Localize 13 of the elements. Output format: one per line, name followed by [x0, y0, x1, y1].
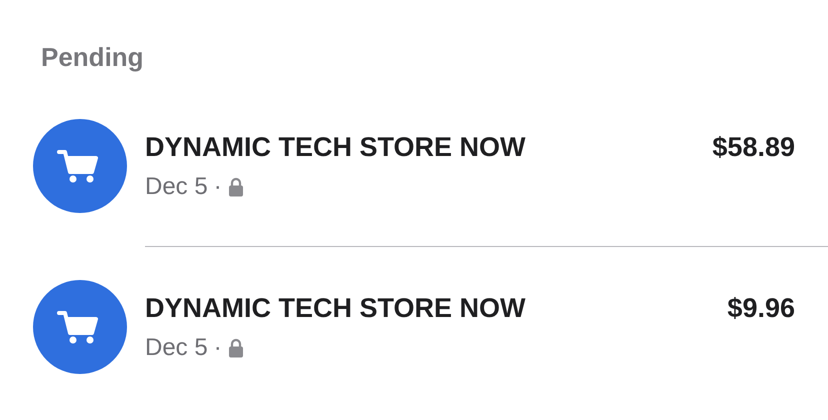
separator-dot: · — [214, 334, 222, 362]
transaction-date: Dec 5 — [145, 334, 208, 362]
merchant-name: DYNAMIC TECH STORE NOW — [145, 132, 526, 162]
section-title: Pending — [41, 41, 145, 74]
shopping-cart-icon — [33, 280, 127, 374]
transaction-date: Dec 5 — [145, 172, 208, 200]
lock-icon — [228, 176, 244, 196]
separator-dot: · — [214, 172, 222, 200]
amount: $9.96 — [727, 292, 795, 324]
shopping-cart-icon — [33, 119, 127, 213]
lock-icon — [228, 338, 244, 358]
amount: $58.89 — [712, 132, 795, 162]
merchant-name: DYNAMIC TECH STORE NOW — [145, 292, 526, 324]
